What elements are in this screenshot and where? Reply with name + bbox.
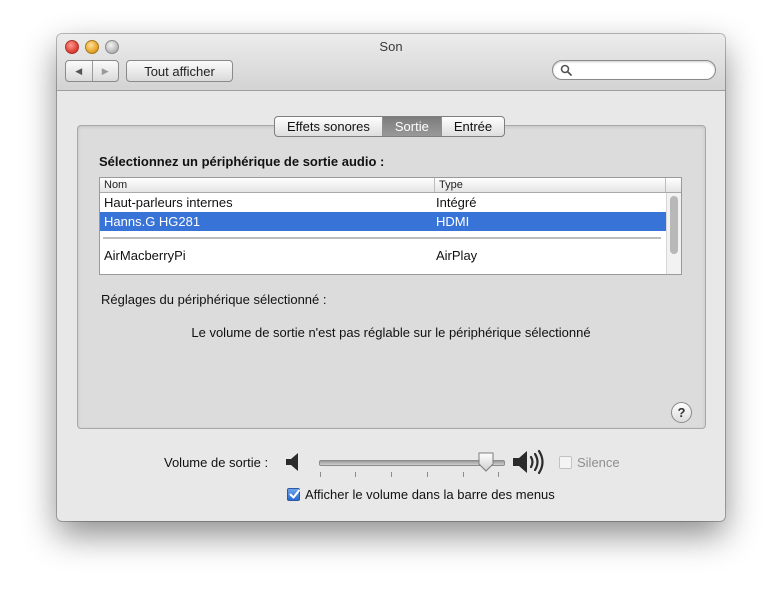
tab-sound-effects[interactable]: Effets sonores [275, 117, 382, 136]
search-icon [560, 64, 572, 76]
device-row-hannsg[interactable]: Hanns.G HG281 HDMI [100, 212, 666, 231]
volume-slider-thumb[interactable] [477, 452, 495, 472]
forward-arrow-icon: ▶ [101, 65, 109, 76]
device-type: Intégré [436, 195, 477, 210]
slider-tick [427, 472, 428, 477]
search-input[interactable] [575, 62, 709, 79]
forward-button[interactable]: ▶ [91, 61, 119, 81]
output-section-title: Sélectionnez un périphérique de sortie a… [99, 154, 385, 169]
tab-content-panel [77, 125, 706, 429]
slider-tick [355, 472, 356, 477]
column-header-name[interactable]: Nom [104, 178, 127, 192]
back-arrow-icon: ◀ [75, 65, 83, 76]
slider-tick [391, 472, 392, 477]
column-header-filler [665, 178, 681, 192]
device-row-airmacberrypi[interactable]: AirMacberryPi AirPlay [100, 246, 666, 265]
tab-input[interactable]: Entrée [440, 117, 504, 136]
slider-tick [463, 472, 464, 477]
output-volume-label: Volume de sortie : [164, 455, 269, 470]
tab-bar: Effets sonores Sortie Entrée [274, 116, 506, 137]
device-name: Haut-parleurs internes [104, 195, 233, 210]
volume-not-adjustable-message: Le volume de sortie n'est pas réglable s… [191, 325, 591, 340]
list-scrollbar[interactable] [666, 193, 681, 274]
device-type: HDMI [436, 214, 470, 229]
device-name: AirMacberryPi [104, 248, 186, 263]
help-button[interactable]: ? [671, 402, 692, 423]
device-name: Hanns.G HG281 [104, 214, 201, 229]
mute-label: Silence [577, 455, 620, 470]
show-volume-menubar-label: Afficher le volume dans la barre des men… [305, 487, 555, 502]
speaker-high-icon [513, 449, 544, 475]
show-volume-menubar-checkbox[interactable] [287, 488, 300, 501]
device-row-internal-speakers[interactable]: Haut-parleurs internes Intégré [100, 193, 666, 212]
mute-checkbox-group[interactable]: Silence [559, 455, 620, 470]
column-header-type[interactable]: Type [434, 178, 463, 192]
window-title: Son [379, 39, 403, 54]
device-type: AirPlay [436, 248, 478, 263]
speaker-low-icon [286, 453, 298, 471]
list-separator [103, 237, 661, 239]
tab-output[interactable]: Sortie [381, 117, 441, 136]
sound-preferences-window: Son ◀ ▶ Tout afficher Effets sonores Sor… [57, 34, 725, 521]
show-volume-menubar-group[interactable]: Afficher le volume dans la barre des men… [287, 487, 555, 502]
back-forward-group: ◀ ▶ [65, 60, 119, 82]
slider-tick [320, 472, 321, 477]
mute-checkbox[interactable] [559, 456, 572, 469]
slider-tick [498, 472, 499, 477]
title-bar: Son ◀ ▶ Tout afficher [57, 34, 725, 91]
back-button[interactable]: ◀ [66, 61, 92, 81]
device-settings-label: Réglages du périphérique sélectionné : [101, 292, 327, 307]
list-header: Nom Type [100, 178, 681, 193]
checkmark-icon [289, 489, 300, 499]
output-device-list[interactable]: Nom Type Haut-parleurs internes Intégré … [99, 177, 682, 275]
scrollbar-thumb[interactable] [670, 196, 678, 254]
help-icon: ? [677, 405, 686, 420]
show-all-button[interactable]: Tout afficher [126, 60, 233, 82]
search-field[interactable] [552, 60, 716, 80]
